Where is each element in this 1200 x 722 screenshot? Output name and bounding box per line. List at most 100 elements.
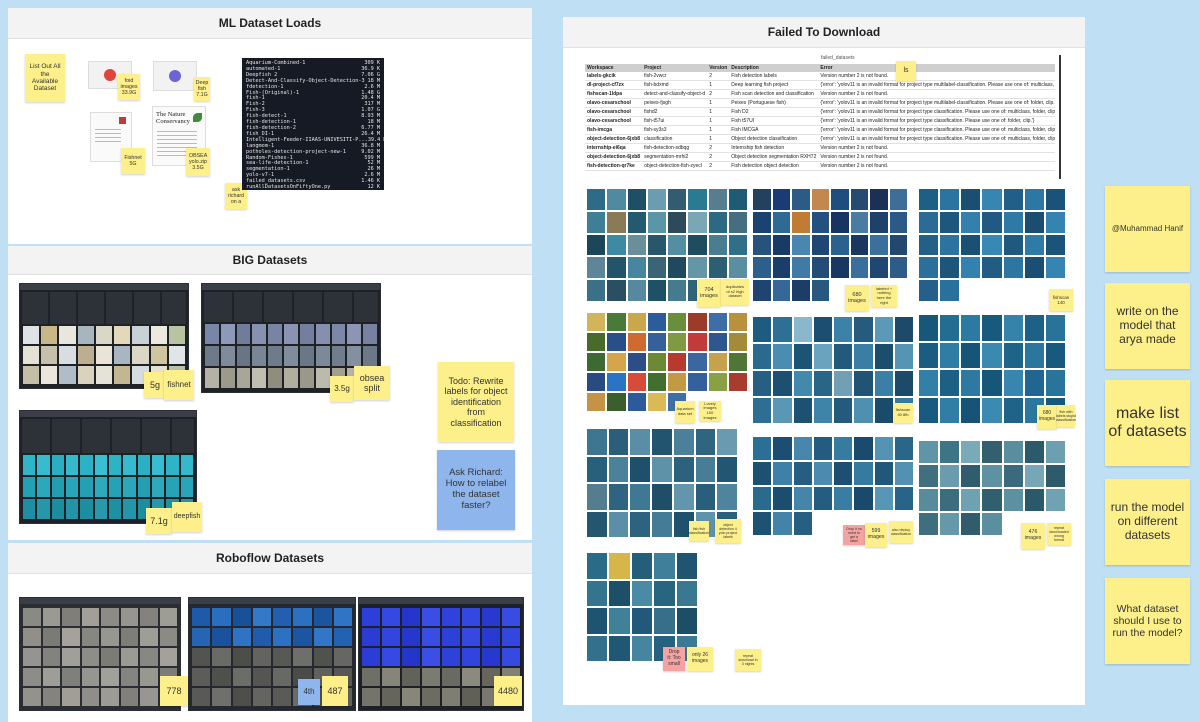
table-row[interactable]: olavo-cesarschool fish-t57ui 1 Fish t57UI {'… [585,116,1055,126]
sticky-count[interactable]: 778 [160,676,188,706]
window-bar [20,411,196,417]
sticky-count[interactable]: 4480 [494,676,522,706]
sticky-aquarium[interactable]: Aquarium data set [675,401,695,423]
sticky-4th[interactable]: 4th [298,679,320,705]
sticky-text: repeat downloaded wrong format [1049,525,1069,543]
sticky-list-datasets[interactable]: List Out All the Available Dataset [25,54,65,102]
sticky-fishscan[interactable]: fishscan 140 [1049,289,1073,311]
sticky-deep-fish[interactable]: Deep fish 7.1G [194,77,210,101]
sticky-what-dataset[interactable]: What dataset should I use to run the mod… [1105,578,1190,664]
sticky-ls[interactable]: ls [896,61,916,81]
sticky-476-images[interactable]: 476 images [1021,523,1045,549]
table-row[interactable]: dl-project-cf7zx fish-bdxmd 1 Deep learning… [585,80,1055,90]
fish-image-cluster[interactable] [919,189,1065,301]
sticky-labelled[interactable]: Lovely images 100 images [699,401,721,421]
sticky-run-model[interactable]: run the model on different datasets [1105,479,1190,565]
play-icon [169,70,181,82]
sticky-680-note-b[interactable]: fish with labels stupid classification [1056,405,1076,427]
table-row[interactable]: olavo-cesarschool peixes-fjsgh 1 Peixes (Po… [585,98,1055,108]
sticky-704-note[interactable]: duplicates of s2 high dataset [721,279,749,305]
sticky-name[interactable]: deepfish [172,502,202,532]
fish-image-cluster[interactable] [753,317,913,423]
table-row[interactable]: fish-imcga fish-sy3s3 1 Fish IMCGA {'error':… [585,125,1055,135]
sticky-size[interactable]: 7.1g [146,508,172,534]
sticky-only-26-images[interactable]: only 26 images [687,647,713,671]
sticky-text: 3.5g [334,384,350,394]
frame-title-text: BIG Datasets [232,253,308,267]
dataset-screenshot-deepfish[interactable] [19,410,197,524]
sticky-drop-too-small[interactable]: Drop it: Too small [663,647,685,671]
sticky-704-images[interactable]: 704 images [697,279,721,307]
sticky-text: List Out All the Available Dataset [29,63,61,93]
sticky-size[interactable]: 3.5g [330,376,354,402]
sticky-text: labeled + nothing here the right [875,285,893,305]
sticky-text: foid images 33.9G [120,77,138,97]
column-header: Version [707,64,730,72]
failed-datasets-document[interactable]: failed_datasets Workspace Project Version D… [585,55,1061,179]
sticky-text: 7.1g [150,515,168,526]
table-row[interactable]: object-detection-6jxb8 segmentation-mrhi2… [585,152,1055,162]
fish-image-cluster[interactable] [587,313,747,411]
table-row[interactable]: internship-ei6qa fish-detection-sdbqg 2 Int… [585,143,1055,153]
table-row[interactable]: fishscan-1ldpa detect-and-classify-object… [585,89,1055,99]
table-cell: object-detection-fish-zyecl [642,161,708,171]
table-wrap: Workspace Project Version Description Error … [585,64,1055,171]
failed-to-download-frame[interactable]: Failed To Download failed_datasets Works… [563,17,1085,705]
sticky-text: fishnet [167,380,191,390]
table-cell: fishd2 [642,107,708,117]
sticky-size[interactable]: 5g [144,372,166,398]
sticky-fishscan-2[interactable]: fishscan 40 8fb [893,403,913,423]
sticky-text: make list of datasets [1108,404,1187,440]
terminal-directory-listing[interactable]: Aquarium-Combined-1 309 Kautomated-1 36.9 … [242,58,384,190]
sticky-ask-richard-relabel[interactable]: Ask Richard: How to relabel the dataset … [437,450,515,530]
ml-dataset-loads-frame[interactable]: ML Dataset Loads List Out All the Availa… [8,8,532,244]
roboflow-datasets-frame[interactable]: Roboflow Datasets 778 4th 487 4480 [8,543,532,722]
sticky-obsea[interactable]: OBSEA yolo.zip 3.5G [186,148,210,176]
frame-title-ml-dataset-loads: ML Dataset Loads [8,8,532,39]
sticky-text: Aquarium data set [676,406,694,416]
sticky-fishnet[interactable]: Fishnet 5G [121,148,145,174]
sticky-name[interactable]: obsea split [354,366,390,400]
sticky-small-note[interactable]: repeat download in 3 nights [735,649,761,671]
sticky-text: 778 [166,685,182,696]
fish-image-cluster[interactable] [919,441,1065,535]
table-row[interactable]: object-detection-6jxb8 classification 1 Obj… [585,134,1055,144]
sticky-write-on-model[interactable]: write on the model that arya made [1105,283,1190,369]
table-cell: olavo-cesarschool [585,98,643,108]
table-cell: {'error': 'yolov11 is an invalid format … [818,125,1055,135]
table-cell: fish-detection-sdbqg [642,143,708,153]
sticky-mention[interactable]: @Muhammad Hanif [1105,186,1190,272]
sticky-text: ls [903,66,909,74]
sticky-text: repeat download in 3 nights [738,653,758,667]
sticky-foid-images[interactable]: foid images 33.9G [118,74,140,100]
table-cell: Deep learning fish project [729,80,819,90]
sticky-599-note[interactable]: also deploy classification [889,521,913,543]
table-row[interactable]: labels-gkcik fish-2vwcr 2 Fish detection la… [585,72,1055,81]
table-cell: 1 [707,125,730,135]
table-cell: Internship fish detection [729,143,819,153]
sticky-make-list[interactable]: make list of datasets [1105,380,1190,466]
sticky-todo-rewrite-labels[interactable]: Todo: Rewrite labels for object identifi… [438,362,514,442]
table-cell: olavo-cesarschool [585,107,643,117]
sticky-name[interactable]: fishnet [164,370,194,400]
sticky-476-note[interactable]: repeat downloaded wrong format [1047,523,1071,545]
table-cell: Object detection segmentation RXH72 [729,152,819,162]
error-table[interactable]: Workspace Project Version Description Error … [585,64,1055,171]
sticky-drop-it-label[interactable]: Drop it no need to get a label [843,525,865,545]
video-thumbnail[interactable] [153,61,197,91]
table-row[interactable]: olavo-cesarschool fishd2 1 Fish D2 {'error':… [585,107,1055,117]
sticky-count[interactable]: 487 [322,676,348,706]
big-datasets-frame[interactable]: BIG Datasets 5g fishnet 3.5g obsea split [8,246,532,540]
sticky-fish-classification[interactable]: fish fish classification [689,521,709,541]
sticky-680-images-b[interactable]: 680 images [1037,405,1057,429]
table-row[interactable]: fish-detection-qr7ke object-detection-fis… [585,161,1055,171]
sticky-599-images[interactable]: 599 images [865,523,887,547]
table-cell: Fish t57UI [729,116,819,126]
sticky-680-images[interactable]: 680 images [845,285,869,311]
sticky-object-detection[interactable]: object detection 4 yolo project labels [715,519,741,543]
roboflow-screenshot-1[interactable] [19,597,181,711]
frame-title-failed-to-download: Failed To Download [563,17,1085,48]
fish-image-cluster[interactable] [587,553,697,661]
sticky-680-note[interactable]: labeled + nothing here the right [871,285,897,307]
table-cell: 1 [707,80,730,90]
